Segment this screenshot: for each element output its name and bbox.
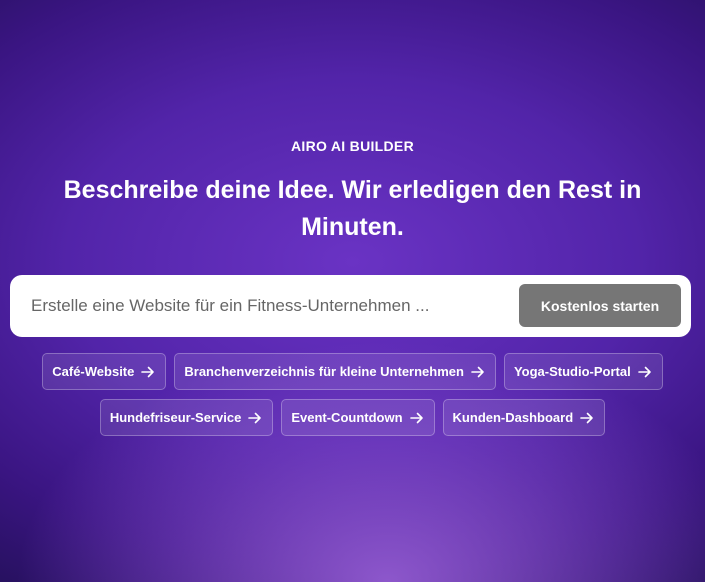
suggestion-chip-yoga-portal[interactable]: Yoga-Studio-Portal [503,353,663,390]
arrow-right-icon [471,366,484,377]
suggestion-row-1: Café-Website Branchenverzeichnis für kle… [0,353,705,390]
suggestion-chip-label: Café-Website [52,364,135,379]
prompt-box: Kostenlos starten [10,275,691,337]
suggestion-chip-label: Hundefriseur-Service [109,410,242,425]
start-free-button[interactable]: Kostenlos starten [519,284,681,327]
suggestion-chip-directory[interactable]: Branchenverzeichnis für kleine Unternehm… [174,353,496,390]
hero-section: AIRO AI BUILDER Beschreibe deine Idee. W… [0,0,705,582]
suggestion-chip-label: Event-Countdown [291,410,403,425]
arrow-right-icon [409,412,423,423]
suggestion-chip-label: Kunden-Dashboard [452,410,574,425]
suggestion-chip-label: Yoga-Studio-Portal [513,364,631,379]
page-title: Beschreibe deine Idee. Wir erledigen den… [63,176,642,241]
arrow-right-icon [248,412,262,423]
arrow-right-icon [580,412,593,423]
suggestion-chip-cafe-website[interactable]: Café-Website [42,353,167,390]
prompt-input[interactable] [31,275,501,337]
suggestion-chip-label: Branchenverzeichnis für kleine Unternehm… [184,364,464,379]
suggestion-chip-event-countdown[interactable]: Event-Countdown [281,399,435,436]
suggestion-chips: Café-Website Branchenverzeichnis für kle… [0,353,705,445]
suggestion-chip-dog-groomer[interactable]: Hundefriseur-Service [99,399,274,436]
suggestion-chip-customer-dashboard[interactable]: Kunden-Dashboard [442,399,606,436]
eyebrow-label: AIRO AI BUILDER [291,138,414,154]
suggestion-row-2: Hundefriseur-Service Event-Countdown Kun… [0,399,705,436]
arrow-right-icon [637,366,651,377]
arrow-right-icon [141,366,155,377]
